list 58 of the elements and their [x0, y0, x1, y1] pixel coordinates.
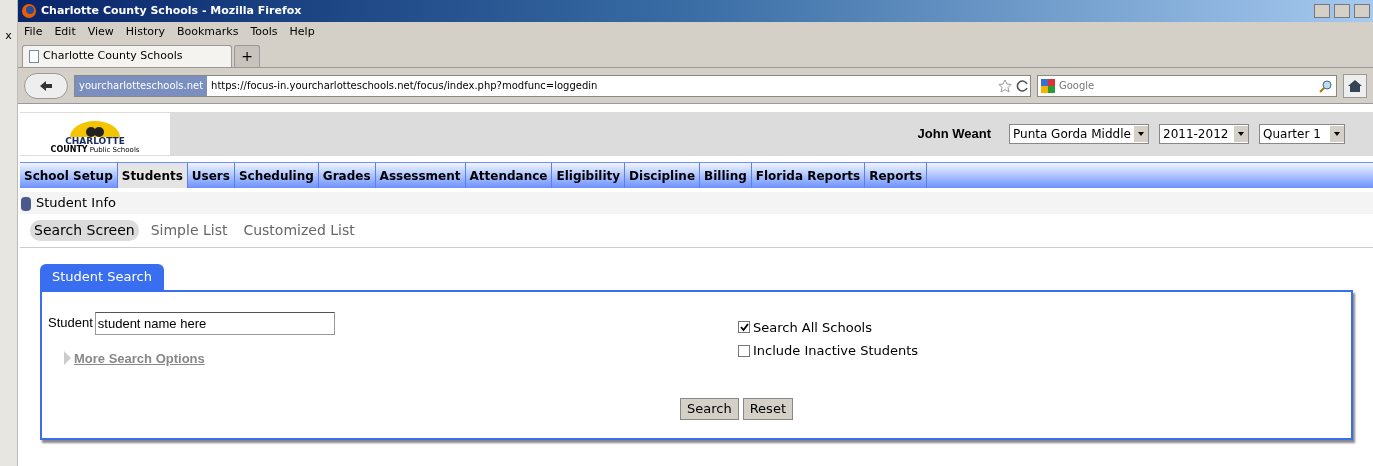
nav-tab[interactable]: Billing: [700, 163, 752, 188]
home-icon: [1348, 79, 1362, 92]
nav-tab[interactable]: Grades: [318, 163, 376, 188]
user-name: John Weant: [917, 125, 991, 144]
dropdown[interactable]: Punta Gorda Middle: [1009, 124, 1149, 144]
page-icon: [29, 50, 39, 63]
menu-item[interactable]: Help: [289, 23, 315, 41]
reset-button[interactable]: Reset: [742, 398, 793, 420]
url-text: https://focus-in.yourcharlotteschools.net/focus/index.php?modfunc=loggedin: [211, 79, 598, 93]
back-arrow-icon: [39, 79, 53, 92]
address-field[interactable]: yourcharlotteschools.net https://focus-in.yourcharlotteschools.net/focus/index.php?modfunc=loggedin: [74, 74, 1031, 97]
caret-icon: [1134, 126, 1148, 142]
menu-item[interactable]: History: [125, 23, 165, 41]
nav-tab[interactable]: Discipline: [625, 163, 701, 188]
nav-tab[interactable]: Reports: [865, 163, 928, 188]
student-label: Student: [48, 314, 93, 333]
menu-item[interactable]: Bookmarks: [177, 23, 239, 41]
menu-item[interactable]: View: [87, 23, 114, 41]
browser-logo-icon: [21, 3, 37, 19]
nav-tab[interactable]: Users: [187, 163, 235, 188]
close-mark: x: [5, 28, 12, 44]
student-field[interactable]: student name here: [94, 311, 335, 335]
sub-tab[interactable]: Simple List: [146, 220, 232, 241]
search-button[interactable]: Search: [680, 398, 739, 420]
window-title: Charlotte County Schools - Mozilla Firefox: [41, 2, 302, 19]
browser-tab[interactable]: Charlotte County Schools: [22, 45, 232, 67]
search-icon[interactable]: [1319, 78, 1333, 93]
checkbox[interactable]: [738, 344, 750, 357]
nav-tab[interactable]: Assessment: [375, 163, 466, 188]
more-options-link[interactable]: More Search Options: [74, 348, 205, 368]
nav-tab[interactable]: School Setup: [20, 163, 118, 188]
caret-icon: [1234, 126, 1248, 142]
nav-tab[interactable]: Florida Reports: [751, 163, 866, 188]
menu-item[interactable]: Edit: [54, 23, 76, 41]
nav-tab[interactable]: Scheduling: [234, 163, 319, 188]
nav-tab[interactable]: Eligibility: [552, 163, 626, 188]
caret-icon: [1330, 126, 1344, 142]
checkbox-label: Search All Schools: [753, 318, 872, 337]
section-title: Student Info: [36, 194, 116, 213]
browser-tab[interactable]: +: [234, 45, 260, 67]
reload-icon[interactable]: [1016, 78, 1030, 93]
dropdown[interactable]: 2011-2012: [1159, 124, 1249, 144]
nav-tab[interactable]: Students: [117, 163, 188, 188]
checkbox[interactable]: [738, 321, 750, 334]
panel-tab[interactable]: Student Search: [40, 264, 164, 290]
menu-item[interactable]: Tools: [250, 23, 278, 41]
nav-tab[interactable]: Attendance: [465, 163, 553, 188]
sub-tab[interactable]: Customized List: [239, 220, 359, 241]
sub-tab[interactable]: Search Screen: [30, 220, 139, 241]
dropdown[interactable]: Quarter 1: [1259, 124, 1345, 144]
menu-item[interactable]: File: [24, 23, 43, 41]
checkbox-label: Include Inactive Students: [753, 342, 919, 360]
check-icon: [739, 322, 749, 332]
search-engine-icon: [1041, 78, 1055, 93]
star-icon[interactable]: [998, 78, 1012, 93]
search-field[interactable]: Google: [1037, 74, 1337, 97]
back-button[interactable]: [24, 72, 68, 99]
home-button[interactable]: [1343, 73, 1367, 98]
